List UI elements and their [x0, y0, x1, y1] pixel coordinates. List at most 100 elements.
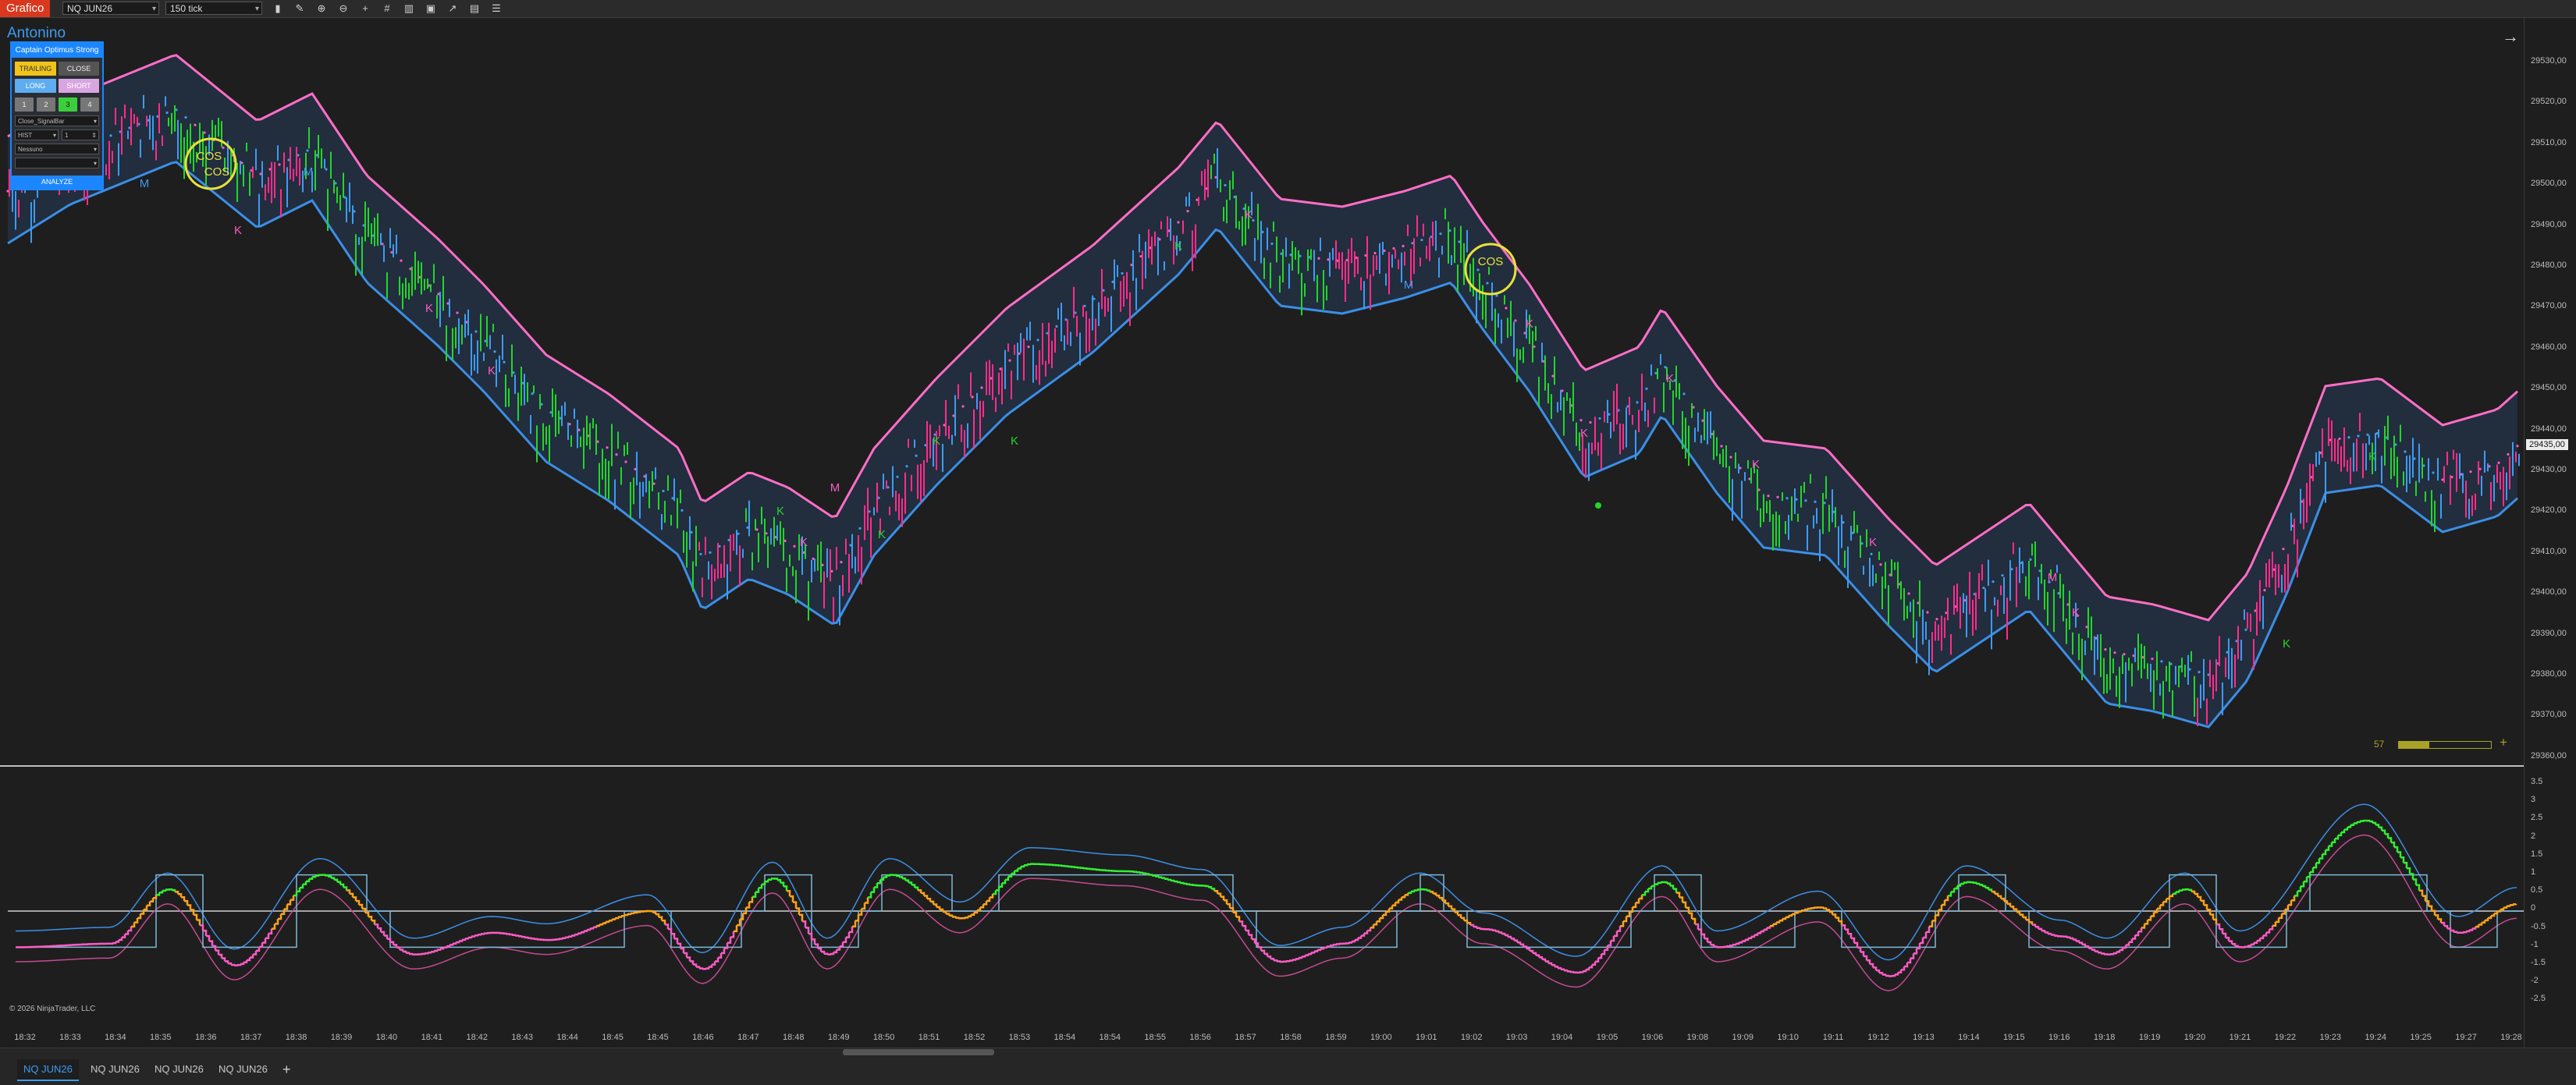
oscillator-main-step: [1167, 880, 1171, 881]
tab-nq-2[interactable]: NQ JUN26: [84, 1059, 146, 1080]
oscillator-tick-label: -1.5: [2531, 958, 2546, 967]
oscillator-main-step: [1252, 939, 1255, 943]
plus-icon[interactable]: +: [2500, 735, 2507, 750]
oscillator-main-step: [2304, 877, 2307, 881]
tab-nq-1[interactable]: NQ JUN26: [17, 1059, 79, 1081]
analyze-button[interactable]: ANALYZE: [12, 176, 102, 189]
oscillator-main-step: [787, 891, 790, 896]
k-marker-label: K: [1580, 427, 1588, 440]
long-button[interactable]: LONG: [15, 79, 56, 93]
tab-nq-4[interactable]: NQ JUN26: [212, 1059, 274, 1080]
oscillator-main-step: [1433, 893, 1436, 895]
oscillator-main-step: [1913, 948, 1917, 953]
oscillator-main-step: [2404, 863, 2407, 868]
oscillator-main-step: [936, 907, 940, 909]
hist-stepper-value: 1: [65, 132, 68, 139]
k-marker-label: K: [1526, 317, 1533, 331]
oscillator-main-step: [2478, 923, 2482, 925]
mode-dropdown[interactable]: Nessuno▾: [15, 144, 99, 154]
horizontal-scrollbar[interactable]: [843, 1049, 994, 1055]
tab-nq-3[interactable]: NQ JUN26: [148, 1059, 210, 1080]
oscillator-main-step: [2394, 847, 2397, 852]
hist-dropdown[interactable]: HIST▾: [15, 129, 59, 140]
oscillator-tick-label: -2: [2531, 976, 2539, 985]
qty-4-button[interactable]: 4: [80, 98, 99, 112]
short-button[interactable]: SHORT: [59, 79, 99, 93]
oscillator-main-step: [659, 917, 662, 920]
oscillator-main-step: [1851, 938, 1854, 943]
time-tick-label: 18:39: [331, 1033, 353, 1042]
price-tick-label: 29430,00: [2531, 465, 2567, 474]
oscillator-main-step: [1586, 967, 1589, 970]
oscillator-main-step: [1920, 938, 1923, 943]
oscillator-main-step: [2023, 917, 2026, 920]
time-tick-label: 18:44: [556, 1033, 578, 1042]
midline-dot: [2151, 658, 2153, 660]
price-axis[interactable]: 29530,0029520,0029510,0029500,0029490,00…: [2524, 18, 2576, 1048]
oscillator-main-step: [1258, 947, 1261, 950]
oscillator-main-step: [665, 924, 668, 929]
oscillator-main-step: [868, 892, 871, 898]
price-tick-label: 29480,00: [2531, 261, 2567, 270]
oscillator-main-step: [1888, 976, 1892, 977]
oscillator-main-step: [652, 913, 656, 915]
oscillator-main-step: [968, 915, 971, 917]
oscillator-main-step: [331, 878, 334, 879]
signal-dropdown[interactable]: Close_SignalBar▾: [15, 115, 99, 126]
time-tick-label: 19:03: [1506, 1033, 1528, 1042]
oscillator-main-step: [715, 958, 718, 962]
time-tick-label: 19:06: [1642, 1033, 1664, 1042]
midline-dot: [615, 453, 617, 456]
oscillator-main-step: [705, 967, 709, 969]
oscillator-main-step: [893, 875, 896, 876]
oscillator-main-step: [1892, 974, 1895, 976]
empty-dropdown[interactable]: ▾: [15, 158, 99, 168]
time-tick-label: 18:56: [1189, 1033, 1211, 1042]
oscillator-main-step: [1302, 956, 1305, 957]
oscillator-main-step: [1383, 912, 1386, 915]
oscillator-main-step: [2500, 908, 2503, 909]
price-chart[interactable]: COSCOSCOSKKKKKKKKKKKKKKKKKKMMMMM: [0, 0, 2576, 1048]
qty-2-button[interactable]: 2: [37, 98, 55, 112]
oscillator-main-step: [690, 961, 693, 964]
close-button[interactable]: CLOSE: [59, 62, 99, 76]
oscillator-main-step: [2251, 943, 2254, 945]
oscillator-main-step: [1667, 884, 1670, 886]
oscillator-main-step: [1776, 920, 1779, 922]
oscillator-main-step: [1146, 874, 1149, 875]
account-label: Antonino: [7, 25, 66, 42]
oscillator-main-step: [2085, 946, 2088, 948]
midline-dot: [1008, 359, 1011, 361]
midline-dot: [2357, 434, 2359, 437]
oscillator-main-step: [2510, 904, 2513, 905]
time-tick-label: 18:52: [964, 1033, 986, 1042]
hist-stepper[interactable]: 1⇕: [62, 129, 99, 140]
oscillator-main-step: [2016, 912, 2020, 914]
oscillator-main-step: [2419, 891, 2422, 896]
oscillator-main-step: [874, 883, 877, 887]
oscillator-main-step: [1245, 931, 1249, 935]
oscillator-main-step: [1960, 882, 1963, 884]
add-tab-button[interactable]: +: [282, 1059, 291, 1080]
trailing-button[interactable]: TRAILING: [15, 62, 56, 76]
oscillator-main-step: [456, 941, 459, 942]
oscillator-main-step: [1764, 927, 1767, 929]
arrow-right-icon[interactable]: →: [2502, 27, 2519, 47]
chevron-down-icon: ▾: [94, 158, 97, 169]
oscillator-main-step: [1567, 971, 1570, 972]
oscillator-main-step: [474, 934, 478, 935]
oscillator-main-step: [2382, 831, 2385, 835]
oscillator-main-step: [883, 875, 886, 877]
price-tick-label: 29470,00: [2531, 301, 2567, 310]
oscillator-main-step: [1895, 973, 1898, 975]
oscillator-main-step: [1979, 885, 1982, 886]
qty-3-button[interactable]: 3: [59, 98, 77, 112]
qty-1-button[interactable]: 1: [15, 98, 34, 112]
oscillator-main-step: [1295, 958, 1299, 959]
oscillator-main-step: [1820, 907, 1823, 908]
oscillator-main-step: [2272, 922, 2276, 926]
oscillator-main-step: [2095, 952, 2098, 953]
oscillator-main-step: [721, 948, 724, 953]
oscillator-main-step: [403, 952, 406, 953]
oscillator-main-step: [2226, 938, 2229, 941]
